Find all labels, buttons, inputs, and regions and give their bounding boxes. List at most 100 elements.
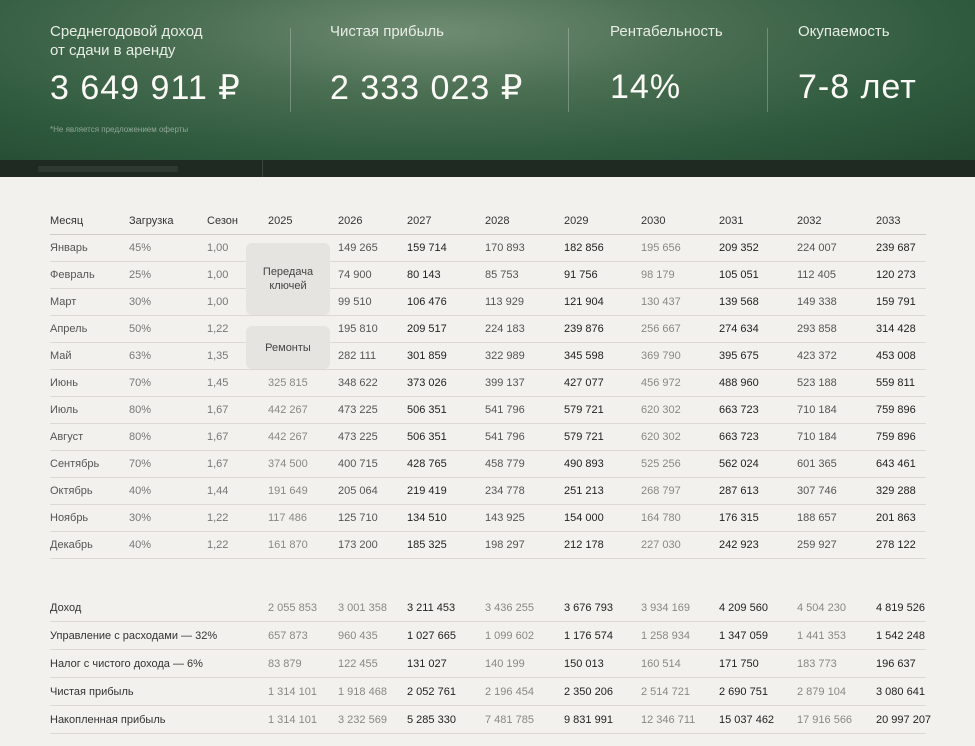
table-row: Декабрь 40% 1,22 161 870 173 200 185 325 198 2… xyxy=(50,532,926,559)
year-value: 91 756 xyxy=(564,269,598,281)
month-label: Июль xyxy=(50,404,79,416)
stat-profitability: Рентабельность 14% xyxy=(610,22,723,106)
year-value: 198 297 xyxy=(485,539,525,551)
summary-label: Доход xyxy=(50,602,82,614)
table-row: Октябрь 40% 1,44 191 649 205 064 219 419 234 7… xyxy=(50,478,926,505)
summary-value: 150 013 xyxy=(564,658,604,670)
summary-row: Доход 2 055 853 3 001 358 3 211 453 3 436 25… xyxy=(50,594,926,622)
year-value: 710 184 xyxy=(797,404,837,416)
hero-banner: Среднегодовой доход от сдачи в аренду 3 … xyxy=(0,0,975,160)
year-value: 601 365 xyxy=(797,458,837,470)
summary-value: 183 773 xyxy=(797,658,837,670)
stat-divider xyxy=(568,28,569,112)
season-value: 1,00 xyxy=(207,242,229,254)
year-value: 369 790 xyxy=(641,350,681,362)
year-value: 85 753 xyxy=(485,269,519,281)
year-value: 458 779 xyxy=(485,458,525,470)
year-value: 182 856 xyxy=(564,242,604,254)
column-header: 2033 xyxy=(876,215,901,227)
summary-value: 3 934 169 xyxy=(641,602,690,614)
month-label: Ноябрь xyxy=(50,512,89,524)
summary-value: 4 819 526 xyxy=(876,602,925,614)
season-value: 1,67 xyxy=(207,458,229,470)
summary-value: 2 196 454 xyxy=(485,686,534,698)
year-value: 427 077 xyxy=(564,377,604,389)
year-value: 453 008 xyxy=(876,350,916,362)
year-value: 488 960 xyxy=(719,377,759,389)
year-value: 663 723 xyxy=(719,431,759,443)
income-table-panel: Месяц Загрузка Сезон 2025 2026 2027 2028 2029 20… xyxy=(0,177,975,746)
load-value: 30% xyxy=(129,512,152,524)
year-value: 562 024 xyxy=(719,458,759,470)
summary-value: 657 873 xyxy=(268,630,308,642)
year-value: 106 476 xyxy=(407,296,447,308)
month-label: Январь xyxy=(50,242,88,254)
year-value: 170 893 xyxy=(485,242,525,254)
year-value: 80 143 xyxy=(407,269,441,281)
table-row: Апрель 50% 1,22 195 810 209 517 224 183 239 87… xyxy=(50,316,926,343)
year-value: 442 267 xyxy=(268,431,308,443)
summary-value: 17 916 566 xyxy=(797,714,853,726)
year-value: 256 667 xyxy=(641,323,681,335)
year-value: 239 876 xyxy=(564,323,604,335)
year-value: 710 184 xyxy=(797,431,837,443)
year-value: 423 372 xyxy=(797,350,837,362)
stat-divider xyxy=(290,28,291,112)
summary-value: 3 232 569 xyxy=(338,714,387,726)
summary-value: 1 441 353 xyxy=(797,630,846,642)
summary-value: 1 314 101 xyxy=(268,714,317,726)
summary-value: 1 542 248 xyxy=(876,630,925,642)
table-row: Июнь 70% 1,45 325 815 348 622 373 026 399 137 4… xyxy=(50,370,926,397)
year-value: 125 710 xyxy=(338,512,378,524)
section-separator xyxy=(0,160,975,177)
year-value: 149 265 xyxy=(338,242,378,254)
load-value: 40% xyxy=(129,485,152,497)
stat-label: Окупаемость xyxy=(798,23,890,40)
summary-value: 131 027 xyxy=(407,658,447,670)
year-value: 348 622 xyxy=(338,377,378,389)
year-value: 120 273 xyxy=(876,269,916,281)
summary-label: Управление с расходами — 32% xyxy=(50,630,218,642)
stat-label: Чистая прибыль xyxy=(330,23,444,40)
year-value: 242 923 xyxy=(719,539,759,551)
year-value: 620 302 xyxy=(641,404,681,416)
year-value: 159 714 xyxy=(407,242,447,254)
year-value: 541 796 xyxy=(485,431,525,443)
summary-label: Накопленная прибыль xyxy=(50,714,166,726)
stat-label-2: от сдачи в аренду xyxy=(50,42,176,59)
year-value: 395 675 xyxy=(719,350,759,362)
summary-value: 196 637 xyxy=(876,658,916,670)
load-value: 80% xyxy=(129,404,152,416)
summary-value: 122 455 xyxy=(338,658,378,670)
summary-value: 160 514 xyxy=(641,658,681,670)
column-header: 2029 xyxy=(564,215,589,227)
season-value: 1,35 xyxy=(207,350,229,362)
stat-value: 14% xyxy=(610,68,682,106)
summary-value: 140 199 xyxy=(485,658,525,670)
year-value: 139 568 xyxy=(719,296,759,308)
year-value: 191 649 xyxy=(268,485,308,497)
year-value: 159 791 xyxy=(876,296,916,308)
year-value: 224 007 xyxy=(797,242,837,254)
load-value: 50% xyxy=(129,323,152,335)
stat-net-profit: Чистая прибыль 2 333 023 ₽ xyxy=(330,22,522,107)
year-value: 188 657 xyxy=(797,512,837,524)
season-value: 1,22 xyxy=(207,323,229,335)
summary-label: Налог с чистого дохода — 6% xyxy=(50,658,203,670)
table-row: Июль 80% 1,67 442 267 473 225 506 351 541 796 5… xyxy=(50,397,926,424)
summary-value: 4 504 230 xyxy=(797,602,846,614)
divider xyxy=(262,160,263,177)
year-value: 663 723 xyxy=(719,404,759,416)
summary-value: 1 099 602 xyxy=(485,630,534,642)
load-value: 40% xyxy=(129,539,152,551)
load-value: 25% xyxy=(129,269,152,281)
year-value: 239 687 xyxy=(876,242,916,254)
year-value: 620 302 xyxy=(641,431,681,443)
year-value: 345 598 xyxy=(564,350,604,362)
year-value: 373 026 xyxy=(407,377,447,389)
table-row: Февраль 25% 1,00 74 900 80 143 85 753 91 756 98… xyxy=(50,262,926,289)
year-value: 98 179 xyxy=(641,269,675,281)
column-header: Сезон xyxy=(207,215,238,227)
year-value: 559 811 xyxy=(876,377,915,389)
summary-value: 83 879 xyxy=(268,658,302,670)
